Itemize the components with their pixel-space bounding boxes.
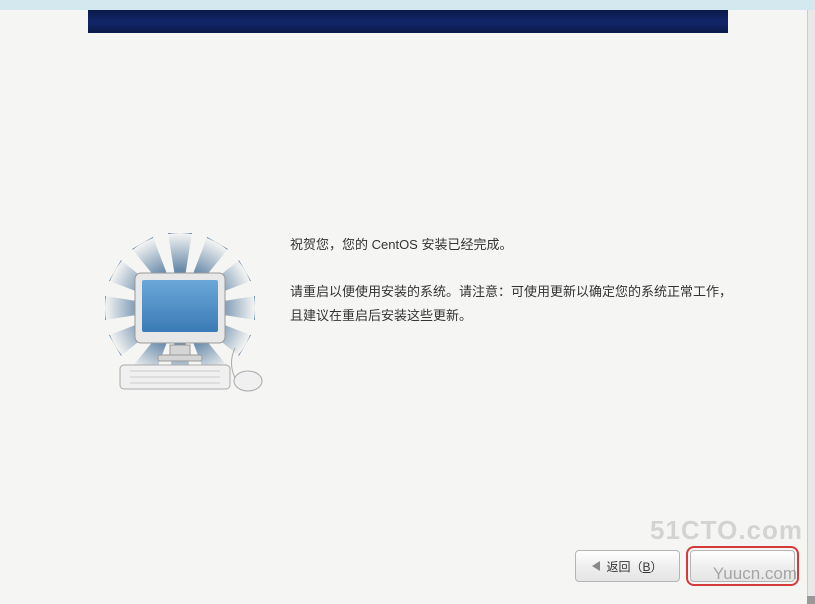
back-button[interactable]: 返回（B） [575, 550, 680, 582]
arrow-left-icon [592, 561, 600, 571]
right-scrollbar-track [807, 10, 815, 604]
header-banner [88, 10, 728, 33]
completion-graphic [80, 233, 290, 406]
content-area: 祝贺您，您的 CentOS 安装已经完成。 请重启以便使用安装的系统。请注意：可… [0, 233, 815, 406]
instructions-message: 请重启以便使用安装的系统。请注意：可使用更新以确定您的系统正常工作，且建议在重启… [290, 280, 735, 327]
scrollbar-corner [807, 596, 815, 604]
watermark-yuucn: Yuucn.com [713, 564, 797, 584]
computer-sunburst-icon [80, 233, 280, 403]
congrats-message: 祝贺您，您的 CentOS 安装已经完成。 [290, 233, 735, 256]
back-button-label: 返回（B） [606, 558, 662, 575]
watermark-51cto: 51CTO.com [650, 515, 803, 546]
text-section: 祝贺您，您的 CentOS 安装已经完成。 请重启以便使用安装的系统。请注意：可… [290, 233, 735, 406]
